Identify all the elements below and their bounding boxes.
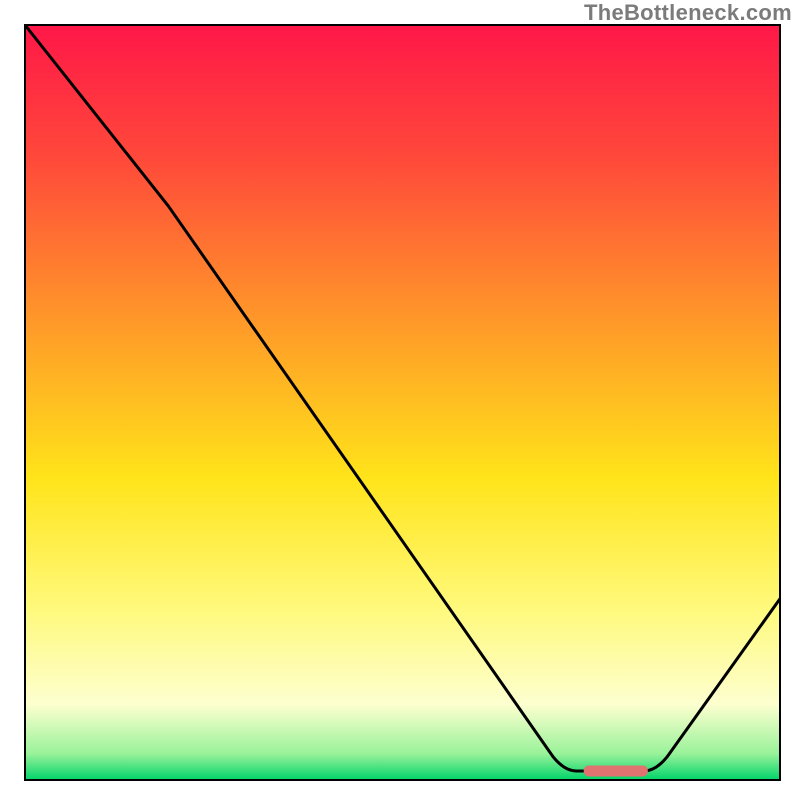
gradient-background bbox=[25, 25, 780, 780]
watermark-text: TheBottleneck.com bbox=[584, 0, 792, 26]
bottleneck-chart bbox=[0, 0, 800, 800]
optimal-marker bbox=[584, 765, 648, 776]
chart-container: TheBottleneck.com bbox=[0, 0, 800, 800]
